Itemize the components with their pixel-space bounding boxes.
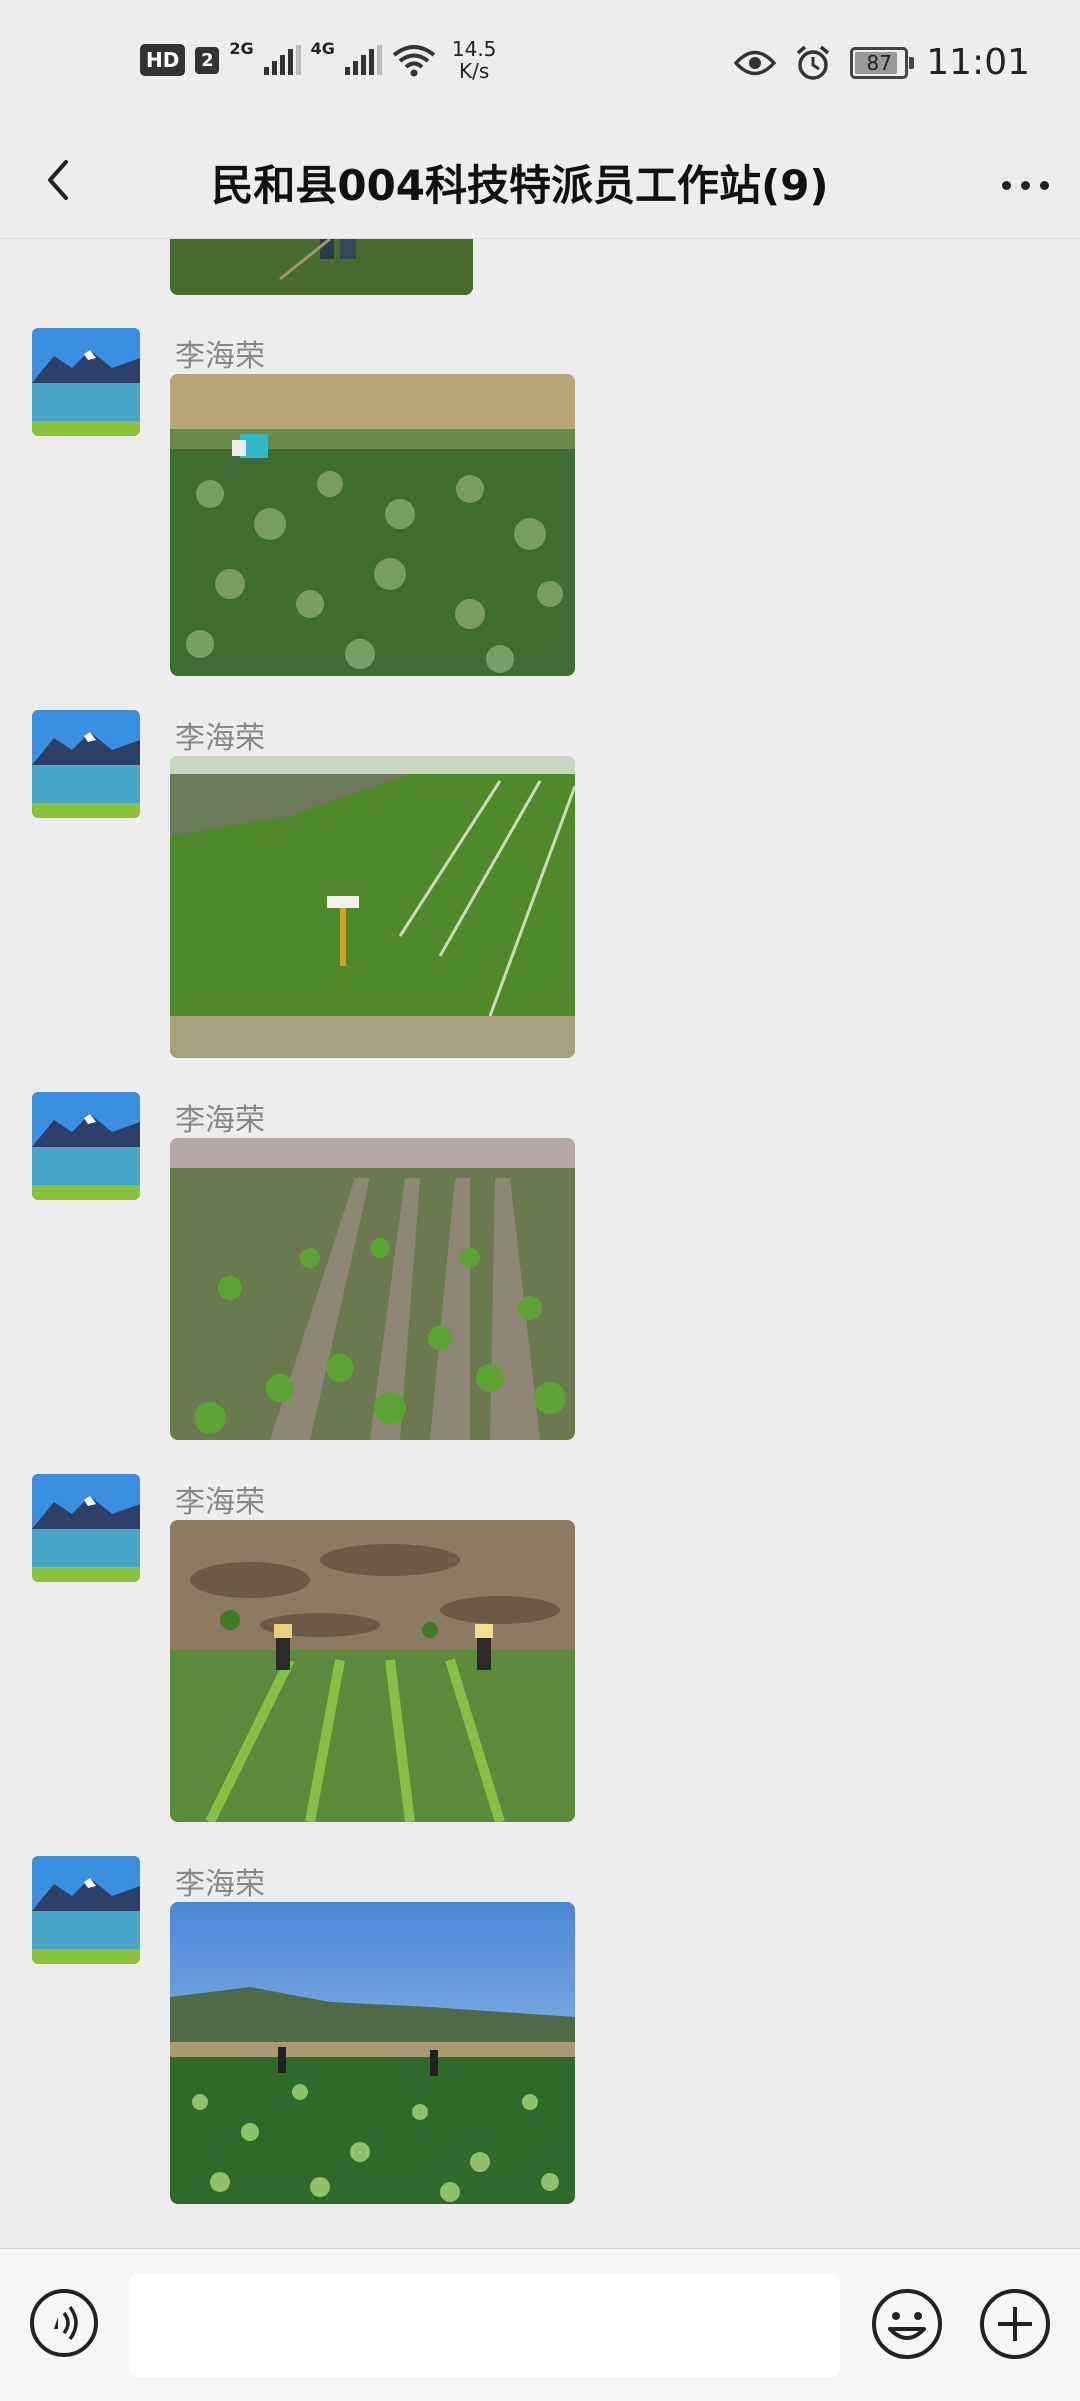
status-left: HD 2 2G 4G 14.5 K/s [140, 38, 496, 82]
message-photo-2[interactable] [170, 756, 575, 1058]
sender-name: 李海荣 [175, 1103, 265, 1138]
status-right: 87 11:01 [734, 42, 1030, 83]
avatar[interactable] [32, 1856, 140, 1964]
message-photo-3[interactable] [170, 1138, 575, 1440]
message-input[interactable] [130, 2273, 840, 2377]
plus-icon[interactable] [978, 2287, 1052, 2361]
wifi-icon [392, 45, 436, 77]
emoji-icon[interactable] [870, 2287, 944, 2361]
sender-name: 李海荣 [175, 1867, 265, 1902]
message-photo-0[interactable] [170, 239, 473, 295]
avatar[interactable] [32, 1092, 140, 1200]
network-type-2g: 2G [229, 38, 254, 58]
sender-name: 李海荣 [175, 339, 265, 374]
avatar[interactable] [32, 1474, 140, 1582]
sim-badge: 2 [195, 46, 220, 74]
clock: 11:01 [926, 42, 1030, 83]
message-photo-4[interactable] [170, 1520, 575, 1822]
battery-icon: 87 [850, 46, 915, 79]
sender-name: 李海荣 [175, 721, 265, 756]
speed-unit: K/s [459, 59, 490, 83]
message-photo-5[interactable] [170, 1902, 575, 2204]
status-bar: HD 2 2G 4G 14.5 K/s 87 11:01 [0, 0, 1080, 130]
network-type-4g: 4G [310, 38, 335, 58]
hd-badge: HD [140, 44, 186, 76]
eye-icon [734, 50, 777, 75]
more-dots-icon[interactable] [990, 155, 1060, 215]
avatar[interactable] [32, 328, 140, 436]
chat-header: 民和县004科技特派员工作站(9) [0, 130, 1080, 239]
network-speed: 14.5 K/s [452, 38, 497, 82]
alarm-icon [797, 45, 830, 80]
chat-title: 民和县004科技特派员工作站(9) [211, 161, 829, 210]
chat-message-list[interactable]: 李海荣 李海荣 李海荣 李海荣 李海荣 [0, 239, 1080, 2249]
signal-icon [344, 45, 382, 75]
avatar[interactable] [32, 710, 140, 818]
battery-level: 87 [866, 50, 892, 75]
message-photo-1[interactable] [170, 374, 575, 676]
speed-value: 14.5 [451, 37, 497, 61]
sender-name: 李海荣 [175, 1485, 265, 1520]
voice-icon[interactable] [28, 2287, 100, 2359]
chevron-left-icon[interactable] [30, 150, 90, 210]
input-bar [0, 2248, 1080, 2401]
signal-icon [263, 45, 301, 75]
